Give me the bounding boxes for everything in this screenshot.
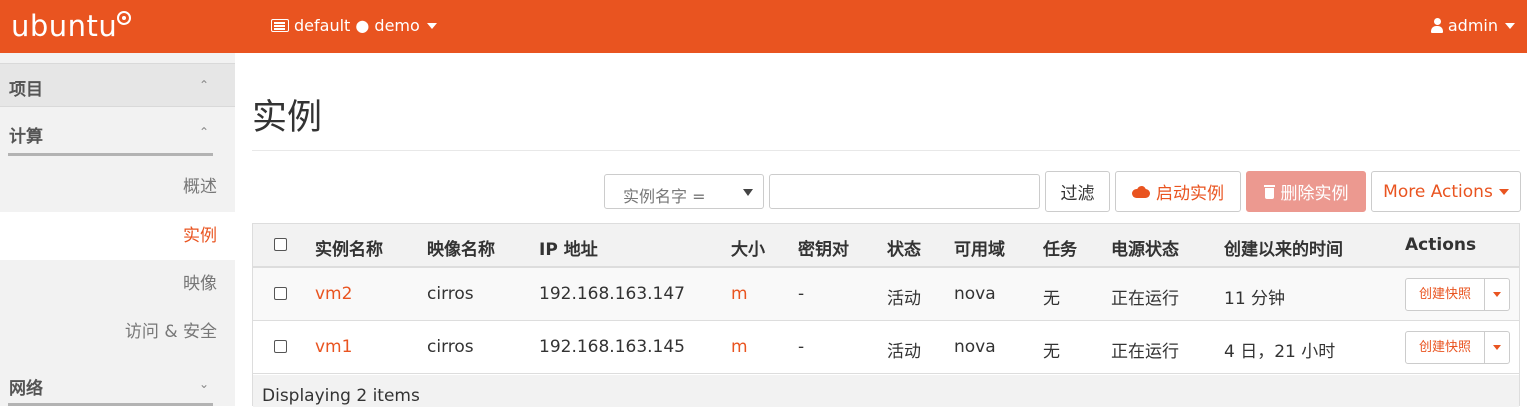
instance-name-link[interactable]: vm1 xyxy=(315,337,352,357)
instance-name-link[interactable]: vm2 xyxy=(315,284,352,304)
filter-field-select[interactable]: 实例名字 = xyxy=(604,174,764,209)
instance-status: 活动 xyxy=(887,289,921,309)
instance-ip: 192.168.163.145 xyxy=(539,337,686,357)
cloud-upload-icon xyxy=(1132,185,1150,198)
sidebar-section-title: 计算 xyxy=(9,127,43,147)
row-checkbox[interactable] xyxy=(274,287,287,300)
row-actions-dropdown-toggle[interactable] xyxy=(1485,332,1509,363)
instance-keypair: - xyxy=(798,337,805,357)
sidebar-item-instances[interactable]: 实例 xyxy=(0,212,235,260)
project-selector[interactable]: default ● demo xyxy=(271,16,437,35)
sidebar-section-network[interactable]: 网络 ⌄ xyxy=(0,363,235,407)
page-title: 实例 xyxy=(252,98,323,138)
instance-ip: 192.168.163.147 xyxy=(539,284,686,304)
list-icon xyxy=(271,19,289,32)
create-snapshot-button[interactable]: 创建快照 xyxy=(1406,332,1484,363)
launch-instance-button[interactable]: 启动实例 xyxy=(1115,171,1241,212)
delete-instances-label: 删除实例 xyxy=(1280,184,1349,204)
caret-down-icon xyxy=(743,189,753,196)
table-header: 实例名称 映像名称 IP 地址 大小 密钥对 状态 可用域 任务 电源状态 创建… xyxy=(253,224,1519,268)
table-row: vm1 cirros 192.168.163.145 m - 活动 nova 无… xyxy=(253,321,1519,374)
create-snapshot-button[interactable]: 创建快照 xyxy=(1406,279,1484,310)
column-header-name[interactable]: 实例名称 xyxy=(315,235,383,260)
filter-button-label: 过滤 xyxy=(1060,184,1095,204)
more-actions-label: More Actions xyxy=(1383,181,1493,202)
column-header-zone[interactable]: 可用域 xyxy=(954,235,1005,260)
column-header-power[interactable]: 电源状态 xyxy=(1111,235,1179,260)
filter-field-label: 实例名字 = xyxy=(623,187,706,206)
caret-down-icon xyxy=(426,22,437,29)
item-count: Displaying 2 items xyxy=(262,386,420,406)
instances-table: 实例名称 映像名称 IP 地址 大小 密钥对 状态 可用域 任务 电源状态 创建… xyxy=(252,223,1520,407)
chevron-up-icon: ⌃ xyxy=(198,78,209,92)
launch-instance-label: 启动实例 xyxy=(1156,184,1224,204)
sidebar-section-title: 网络 xyxy=(9,379,43,399)
instance-size-link[interactable]: m xyxy=(731,337,748,357)
instance-image: cirros xyxy=(427,337,474,357)
column-header-actions: Actions xyxy=(1405,235,1477,255)
top-navbar: ubuntu default ● demo admin xyxy=(0,0,1527,53)
sidebar: 项目 ⌃ 计算 ⌃ 概述 实例 映像 访问 & 安全 网络 ⌄ xyxy=(0,53,235,406)
instance-age: 11 分钟 xyxy=(1224,289,1286,309)
caret-down-icon xyxy=(1498,188,1509,195)
chevron-up-icon: ⌃ xyxy=(198,125,209,139)
column-header-task[interactable]: 任务 xyxy=(1043,235,1077,260)
instance-image: cirros xyxy=(427,284,474,304)
table-row: vm2 cirros 192.168.163.147 m - 活动 nova 无… xyxy=(253,268,1519,321)
sidebar-item-access-security[interactable]: 访问 & 安全 xyxy=(0,308,235,356)
sidebar-item-images[interactable]: 映像 xyxy=(0,260,235,308)
user-menu[interactable]: admin xyxy=(1430,16,1515,35)
user-name: admin xyxy=(1447,16,1498,35)
instance-power-state: 正在运行 xyxy=(1111,342,1179,362)
trash-icon xyxy=(1263,184,1275,199)
column-header-keypair[interactable]: 密钥对 xyxy=(798,235,849,260)
instance-keypair: - xyxy=(798,284,805,304)
select-all-checkbox[interactable] xyxy=(274,238,287,251)
column-header-ip[interactable]: IP 地址 xyxy=(539,235,598,260)
filter-input[interactable] xyxy=(769,174,1040,209)
column-header-image[interactable]: 映像名称 xyxy=(427,235,495,260)
row-action-group: 创建快照 xyxy=(1405,331,1510,364)
filter-button[interactable]: 过滤 xyxy=(1045,171,1110,212)
instance-task: 无 xyxy=(1043,342,1060,362)
column-header-status[interactable]: 状态 xyxy=(887,235,921,260)
sidebar-section-title: 项目 xyxy=(9,80,43,100)
sidebar-item-overview[interactable]: 概述 xyxy=(0,163,235,211)
instance-zone: nova xyxy=(954,337,996,357)
column-header-size[interactable]: 大小 xyxy=(731,235,765,260)
sidebar-section-compute[interactable]: 计算 ⌃ xyxy=(0,111,235,155)
row-checkbox[interactable] xyxy=(274,340,287,353)
column-header-age[interactable]: 创建以来的时间 xyxy=(1224,235,1343,260)
table-footer: Displaying 2 items xyxy=(253,375,1519,407)
chevron-down-icon: ⌄ xyxy=(198,377,209,391)
brand-logo[interactable]: ubuntu xyxy=(11,9,117,43)
delete-instances-button[interactable]: 删除实例 xyxy=(1246,171,1366,212)
instance-task: 无 xyxy=(1043,289,1060,309)
divider xyxy=(252,150,1520,151)
caret-down-icon xyxy=(1505,22,1515,29)
instance-zone: nova xyxy=(954,284,996,304)
instance-age: 4 日，21 小时 xyxy=(1224,342,1336,362)
row-action-group: 创建快照 xyxy=(1405,278,1510,311)
ubuntu-circle-icon xyxy=(117,11,131,25)
more-actions-button[interactable]: More Actions xyxy=(1371,171,1521,212)
user-icon xyxy=(1430,18,1443,33)
instance-status: 活动 xyxy=(887,342,921,362)
row-actions-dropdown-toggle[interactable] xyxy=(1485,279,1509,310)
sidebar-section-project[interactable]: 项目 ⌃ xyxy=(0,63,235,107)
project-selector-label: default ● demo xyxy=(294,16,420,35)
caret-down-icon xyxy=(1493,345,1501,350)
instance-size-link[interactable]: m xyxy=(731,284,748,304)
caret-down-icon xyxy=(1493,292,1501,297)
instance-power-state: 正在运行 xyxy=(1111,289,1179,309)
divider xyxy=(8,153,213,156)
